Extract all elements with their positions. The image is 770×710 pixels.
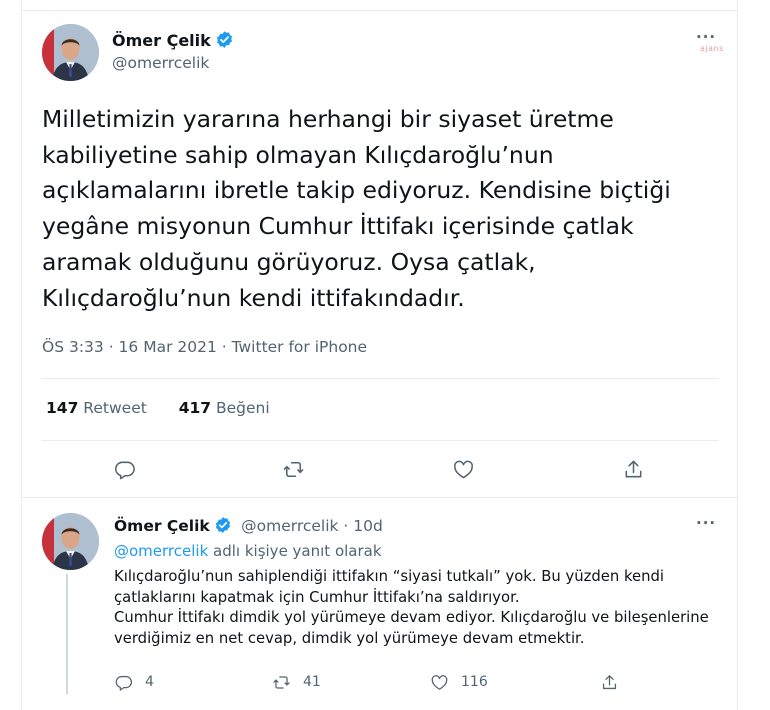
- author-avatar[interactable]: [42, 24, 99, 81]
- like-count: 417: [178, 399, 212, 417]
- reply-share-button[interactable]: [600, 671, 631, 693]
- reply-divider: [22, 497, 737, 498]
- reply-paragraph: Cumhur İttifakı dimdik yol yürümeye deva…: [114, 609, 709, 647]
- retweet-count: 147: [46, 399, 79, 417]
- watermark-logo: ajans: [700, 44, 724, 53]
- reply-author-avatar[interactable]: [42, 513, 99, 570]
- like-stat[interactable]: 417 Beğeni: [179, 399, 270, 417]
- reply-retweet-count: 41: [303, 674, 321, 690]
- retweet-stat[interactable]: 147 Retweet: [46, 399, 147, 417]
- author-name-text[interactable]: Ömer Çelik: [112, 31, 211, 50]
- reply-like-count: 116: [461, 674, 488, 690]
- share-button[interactable]: [620, 456, 646, 482]
- divider: [42, 378, 718, 379]
- reply-paragraph: Kılıçdaroğlu’nun sahiplendiği ittifakın …: [114, 568, 664, 606]
- retweet-button[interactable]: [280, 456, 306, 482]
- retweet-label: Retweet: [83, 399, 147, 417]
- reply-author-name[interactable]: Ömer Çelik: [114, 517, 210, 535]
- verified-badge-icon: [216, 31, 232, 48]
- tweet-timestamp[interactable]: ÖS 3:33 · 16 Mar 2021 · Twitter for iPho…: [42, 338, 367, 356]
- reply-reply-button[interactable]: 4: [114, 671, 154, 693]
- reply-author[interactable]: Ömer Çelik @omerrcelik · 10d: [114, 516, 383, 535]
- like-icon: [431, 674, 448, 690]
- divider: [42, 440, 718, 441]
- reply-like-button[interactable]: 116: [430, 671, 488, 693]
- author-handle[interactable]: @omerrcelik: [112, 54, 209, 72]
- verified-badge-icon: [215, 517, 230, 533]
- share-icon: [625, 460, 641, 477]
- reply-button[interactable]: [111, 456, 137, 482]
- tweet-text: Milletimizin yararına herhangi bir siyas…: [42, 105, 671, 312]
- reply-text: Kılıçdaroğlu’nun sahiplendiği ittifakın …: [114, 567, 734, 649]
- tweet-frame: Ömer Çelik @omerrcelik ··· ajans Milleti…: [21, 0, 738, 710]
- author-name[interactable]: Ömer Çelik: [112, 30, 234, 50]
- retweet-icon: [273, 675, 290, 689]
- like-label: Beğeni: [215, 399, 270, 417]
- reply-author-handle[interactable]: @omerrcelik · 10d: [241, 517, 383, 535]
- replying-to: @omerrcelik adlı kişiye yanıt olarak: [114, 542, 382, 560]
- reply-icon: [114, 461, 135, 479]
- like-icon: [453, 460, 473, 478]
- retweet-icon: [283, 461, 303, 477]
- reply-retweet-button[interactable]: 41: [272, 671, 321, 693]
- top-divider: [22, 10, 737, 11]
- reply-icon: [115, 675, 132, 691]
- thread-line: [66, 574, 68, 694]
- reply-more-icon[interactable]: ···: [696, 514, 716, 532]
- share-icon: [602, 674, 617, 689]
- reply-count: 4: [145, 674, 154, 690]
- replying-to-link[interactable]: @omerrcelik: [114, 542, 208, 560]
- tweet-stats: 147 Retweet 417 Beğeni: [46, 399, 270, 417]
- replying-to-suffix: adlı kişiye yanıt olarak: [208, 542, 382, 560]
- like-button[interactable]: [450, 456, 476, 482]
